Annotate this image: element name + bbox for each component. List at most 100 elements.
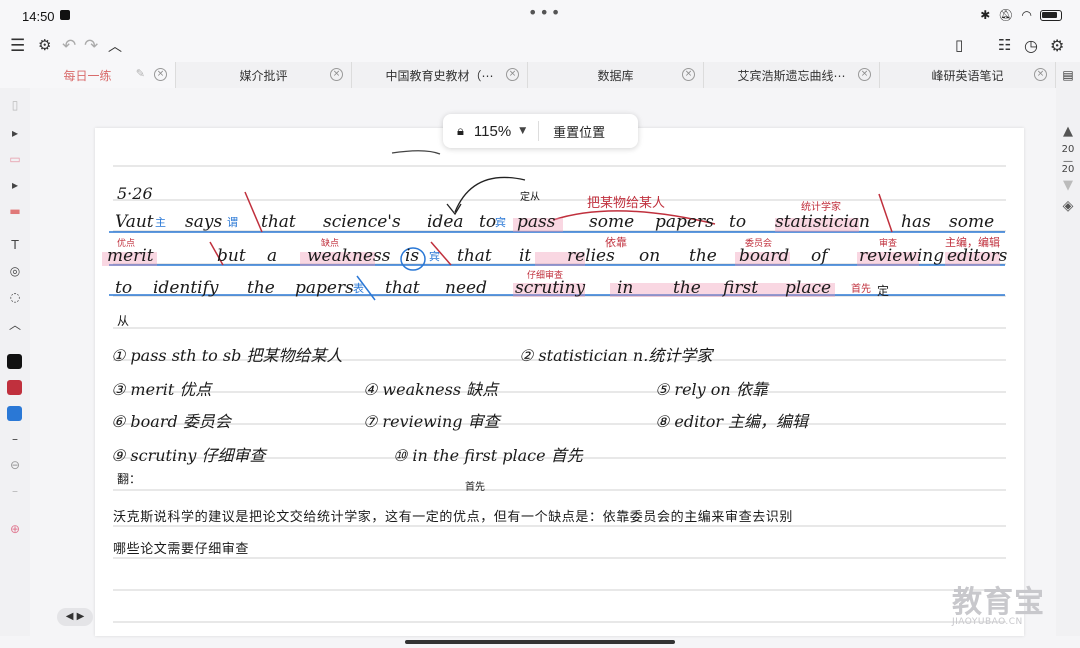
vocab-item: ⑤ rely on 依靠 xyxy=(655,380,768,399)
word: that xyxy=(261,212,296,232)
word: reviewing xyxy=(859,246,945,266)
gear-icon[interactable]: ⚙ xyxy=(1050,36,1064,55)
app-toolbar: ☰ ⚙ ↶ ↷ ︿ ▯ ☷ ◷ ⚙ xyxy=(0,32,1080,62)
text-tool-icon[interactable]: T xyxy=(6,238,24,252)
vocab-item: ② statistician n.统计学家 xyxy=(519,346,713,365)
current-page: 20 xyxy=(1061,144,1075,155)
word: board xyxy=(739,246,790,266)
tab-daily-practice[interactable]: 每日一练 ✎ × xyxy=(0,62,176,88)
tab-education-history[interactable]: 中国教育史教材（⋯ × xyxy=(352,62,528,88)
chevron-down-icon[interactable]: ▼ xyxy=(519,126,526,136)
undo-icon[interactable]: ↶ xyxy=(62,36,76,56)
menu-icon[interactable]: ☰ xyxy=(10,36,25,56)
outline-icon[interactable]: ☷ xyxy=(998,36,1011,54)
translation-label: 翻： xyxy=(117,472,142,486)
zoom-control[interactable]: 🔒︎ 115% ▼ 重置位置 xyxy=(443,114,638,148)
stroke-medium-icon[interactable]: – xyxy=(6,484,24,498)
fountain-pen-icon[interactable]: ▸ xyxy=(6,178,24,192)
page-nav-toggle[interactable]: ◀ ▶ xyxy=(57,608,93,626)
gloss-pass: 把某物给某人 xyxy=(587,196,666,211)
word: first xyxy=(723,278,759,298)
tab-forgetting-curve[interactable]: 艾宾浩斯遗忘曲线⋯ × xyxy=(704,62,880,88)
tab-english-notes[interactable]: 峰研英语笔记 × xyxy=(880,62,1056,88)
word: pass xyxy=(517,212,556,232)
vocab-item: ⑩ in the first place 首先 xyxy=(393,446,583,465)
translation-line-1: 沃克斯说科学的建议是把论文交给统计学家，这有一定的优点，但有一个缺点是：依靠委员… xyxy=(113,510,794,525)
word: identify xyxy=(153,278,219,298)
note-page[interactable]: 5·26 Vaut 主 says 谓 that science's idea t… xyxy=(95,128,1024,636)
tab-list-icon[interactable]: ▤ xyxy=(1056,62,1080,88)
zoom-level[interactable]: 115% xyxy=(474,123,511,140)
page-up-icon[interactable]: ▲ xyxy=(1059,124,1077,139)
tab-label: 中国教育史教材（⋯ xyxy=(385,68,494,83)
page-down-icon[interactable]: ▼ xyxy=(1059,178,1077,193)
mark-clause: 从 xyxy=(117,314,130,328)
layers-icon[interactable]: ◈ xyxy=(1059,198,1077,214)
close-icon[interactable]: × xyxy=(330,68,343,81)
lasso-icon[interactable]: ◌ xyxy=(6,290,24,304)
right-pager: ▲ 20 — 20 ▼ ◈ xyxy=(1056,88,1080,636)
history-icon[interactable]: ◷ xyxy=(1024,36,1038,55)
color-black-swatch[interactable] xyxy=(7,354,22,369)
collapse-icon[interactable]: ︿ xyxy=(108,36,122,56)
collapse-tools-icon[interactable]: ︿ xyxy=(6,316,24,332)
vocab-item: ⑦ reviewing 审查 xyxy=(363,412,500,431)
page-icon[interactable]: ▯ xyxy=(955,36,963,54)
word: place xyxy=(785,278,832,298)
close-icon[interactable]: × xyxy=(682,68,695,81)
word: some xyxy=(949,212,995,232)
tab-media-criticism[interactable]: 媒介批评 × xyxy=(176,62,352,88)
vocab-item: ④ weakness 缺点 xyxy=(363,380,499,399)
ruled-lines xyxy=(109,150,1006,623)
tab-label: 媒介批评 xyxy=(239,68,288,83)
word: some xyxy=(589,212,635,232)
watermark-text: 教育宝 xyxy=(952,585,1045,620)
close-icon[interactable]: × xyxy=(858,68,871,81)
word: editors xyxy=(947,246,1008,266)
word: papers xyxy=(655,212,714,232)
notebook-settings-icon[interactable]: ⚙ xyxy=(38,36,51,54)
word: idea xyxy=(427,212,464,232)
total-pages: 20 xyxy=(1061,164,1075,175)
edit-pen-icon[interactable]: ✎ xyxy=(136,67,145,80)
shapes-icon[interactable]: ◎ xyxy=(6,264,24,278)
mark-attributive-clause: 定从 xyxy=(520,192,540,203)
close-icon[interactable]: × xyxy=(154,68,167,81)
stroke-thin-icon[interactable]: – xyxy=(6,432,24,446)
divider xyxy=(538,121,540,141)
word: the xyxy=(247,278,275,298)
home-indicator[interactable] xyxy=(405,640,675,644)
wifi-icon: ◠ xyxy=(1021,8,1032,22)
tab-database[interactable]: 数据库 × xyxy=(528,62,704,88)
color-red-swatch[interactable] xyxy=(7,380,22,395)
tab-label: 数据库 xyxy=(597,68,634,83)
tab-bar: 每日一练 ✎ × 媒介批评 × 中国教育史教材（⋯ × 数据库 × 艾宾浩斯遗忘… xyxy=(0,62,1080,88)
multitask-dots-icon[interactable]: ••• xyxy=(528,3,562,22)
add-color-icon[interactable]: ⊕ xyxy=(6,522,24,536)
stroke-remove-icon[interactable]: ⊖ xyxy=(6,458,24,472)
lock-icon[interactable]: 🔒︎ xyxy=(457,124,464,139)
reset-position-button[interactable]: 重置位置 xyxy=(553,122,605,141)
close-icon[interactable]: × xyxy=(506,68,519,81)
word: Vaut xyxy=(115,212,154,232)
word: to xyxy=(479,212,497,232)
word: a xyxy=(267,246,278,266)
redo-icon[interactable]: ↷ xyxy=(84,36,98,56)
vocab-item: ⑨ scrutiny 仔细审查 xyxy=(111,446,266,465)
mark-predicative: 表 xyxy=(353,282,364,295)
eraser-icon[interactable]: ▬ xyxy=(6,204,24,218)
page-thumbnails-icon[interactable]: ▯ xyxy=(6,98,24,112)
close-icon[interactable]: × xyxy=(1034,68,1047,81)
word: to xyxy=(729,212,747,232)
word: need xyxy=(445,278,487,298)
highlighter-tool-icon[interactable]: ▭ xyxy=(6,152,24,166)
word: relies xyxy=(567,246,615,266)
battery-icon xyxy=(1040,9,1062,21)
mark-object: 宾 xyxy=(495,216,506,229)
color-blue-swatch[interactable] xyxy=(7,406,22,421)
word: science's xyxy=(323,212,401,232)
mark-subject: 主 xyxy=(155,216,166,229)
word: the xyxy=(673,278,701,298)
word: papers xyxy=(295,278,354,298)
pen-tool-icon[interactable]: ▸ xyxy=(6,126,24,140)
